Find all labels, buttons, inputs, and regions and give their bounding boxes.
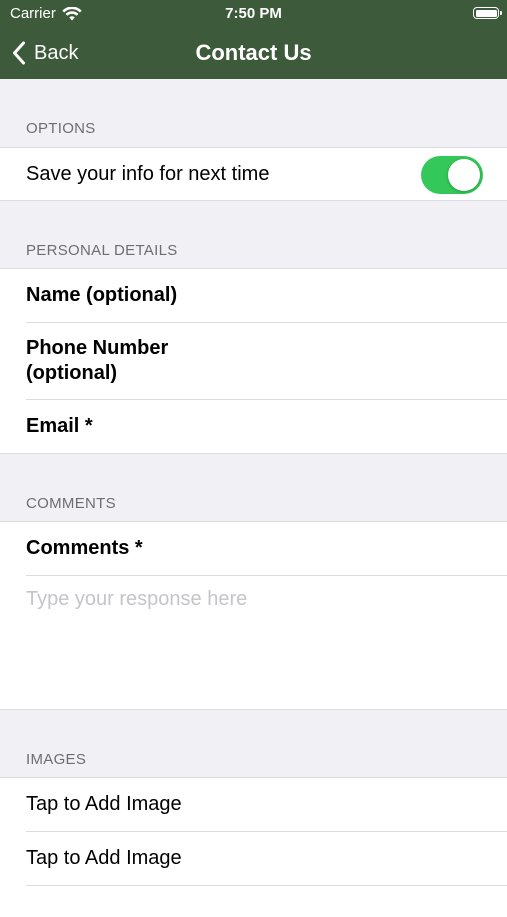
save-info-toggle[interactable] <box>421 156 483 194</box>
save-info-label: Save your info for next time <box>26 162 270 185</box>
name-field-label: Name (optional) <box>26 284 178 306</box>
comments-label: Comments * <box>26 537 143 559</box>
page-title: Contact Us <box>195 40 312 65</box>
email-field[interactable]: Email * <box>26 400 507 453</box>
status-bar: Carrier 7:50 PM <box>0 0 507 28</box>
battery-icon <box>473 7 502 19</box>
comments-section-header: COMMENTS <box>26 495 116 512</box>
email-field-label: Email * <box>26 415 93 437</box>
add-image-label-2: Tap to Add Image <box>26 847 182 869</box>
navigation-bar: Back Contact Us <box>0 28 507 79</box>
comments-input[interactable] <box>26 576 487 708</box>
personal-details-group: Name (optional) Phone Number (optional) … <box>0 268 507 454</box>
phone-field[interactable]: Phone Number (optional) <box>26 323 507 399</box>
phone-label-line2: (optional) <box>26 362 118 384</box>
top-bar: Carrier 7:50 PM Back Contact Us <box>0 0 507 79</box>
personal-details-section-header: PERSONAL DETAILS <box>26 242 178 259</box>
divider <box>26 885 507 886</box>
status-time: 7:50 PM <box>225 5 282 22</box>
images-section-header: IMAGES <box>26 751 87 768</box>
phone-label-line1: Phone Number <box>26 337 169 359</box>
options-group: Save your info for next time <box>0 147 507 201</box>
options-section-header: OPTIONS <box>26 120 96 137</box>
add-image-button-1[interactable]: Tap to Add Image <box>26 778 507 831</box>
phone-field-label: Phone Number (optional) <box>26 336 168 386</box>
toggle-knob <box>448 159 480 191</box>
comments-label-row: Comments * <box>26 522 507 575</box>
add-image-button-2[interactable]: Tap to Add Image <box>26 832 507 885</box>
name-field[interactable]: Name (optional) <box>26 269 507 322</box>
images-group: Tap to Add Image Tap to Add Image <box>0 777 507 917</box>
add-image-label-1: Tap to Add Image <box>26 793 182 815</box>
